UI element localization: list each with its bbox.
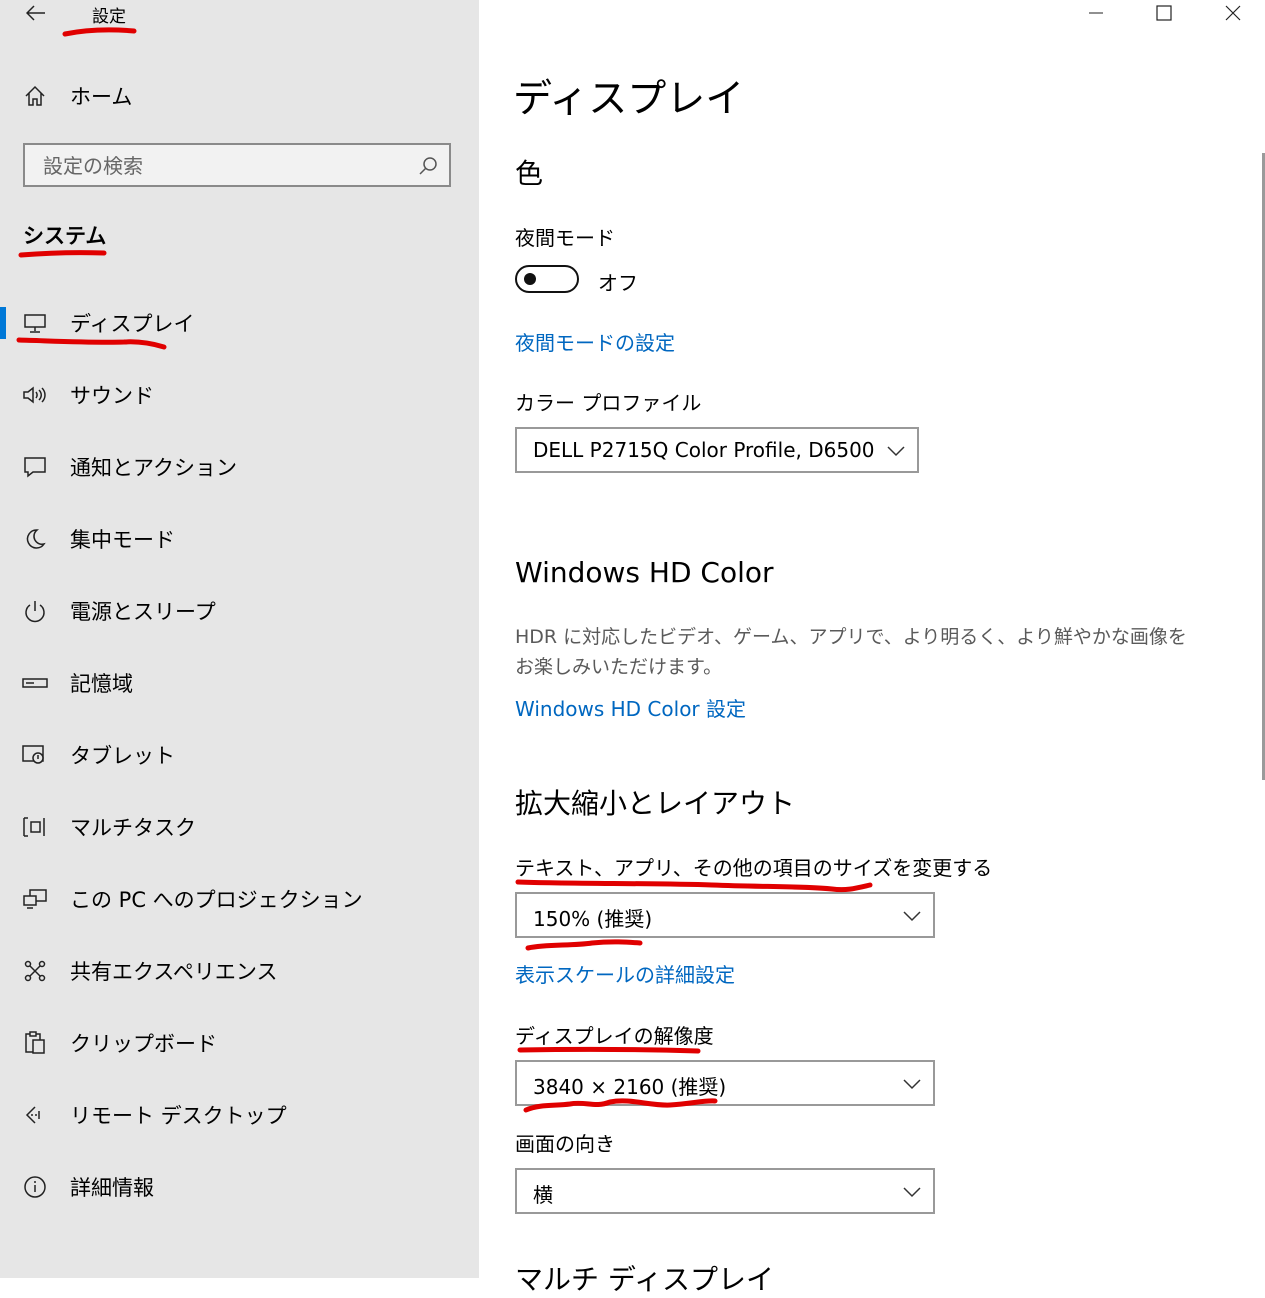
remote-desktop-icon: [22, 1102, 48, 1128]
notification-icon: [22, 454, 48, 480]
sidebar-item-home[interactable]: ホーム: [0, 68, 479, 124]
sidebar-item-label: この PC へのプロジェクション: [70, 888, 363, 912]
sidebar-item-label: ディスプレイ: [70, 312, 195, 336]
search-icon: [419, 157, 437, 175]
night-mode-toggle[interactable]: [515, 265, 579, 293]
sidebar-item-label: 共有エクスペリエンス: [70, 960, 278, 984]
sidebar-item-power[interactable]: 電源とスリープ: [0, 583, 479, 639]
sidebar-item-label: リモート デスクトップ: [70, 1104, 287, 1128]
chevron-down-icon: [903, 1187, 921, 1198]
toggle-knob: [524, 273, 536, 285]
info-icon: [22, 1174, 48, 1200]
sidebar: 設定 ホーム システム ディスプレイ サウンド 通知とアクション 集中モード 電…: [0, 0, 479, 1278]
sidebar-item-storage[interactable]: 記憶域: [0, 655, 479, 711]
selection-indicator: [0, 307, 6, 339]
power-icon: [22, 598, 48, 624]
dropdown-value: 150% (推奨): [533, 907, 653, 931]
shared-icon: [22, 958, 48, 984]
sidebar-item-label: ホーム: [70, 85, 133, 109]
moon-icon: [22, 526, 48, 552]
sidebar-item-label: 記憶域: [70, 672, 133, 696]
sidebar-item-label: 集中モード: [70, 528, 175, 552]
monitor-icon: [22, 310, 48, 336]
sidebar-item-sound[interactable]: サウンド: [0, 367, 479, 423]
color-profile-dropdown[interactable]: DELL P2715Q Color Profile, D6500: [515, 427, 919, 473]
sidebar-item-label: 通知とアクション: [70, 456, 237, 480]
scale-dropdown[interactable]: 150% (推奨): [515, 892, 935, 938]
hd-color-settings-link[interactable]: Windows HD Color 設定: [515, 693, 746, 722]
night-mode-settings-link[interactable]: 夜間モードの設定: [515, 327, 675, 356]
night-mode-label: 夜間モード: [515, 226, 615, 250]
section-heading-color: 色: [515, 157, 544, 190]
sidebar-item-label: 詳細情報: [70, 1176, 154, 1200]
dropdown-value: DELL P2715Q Color Profile, D6500: [533, 438, 875, 462]
section-title-system: システム: [23, 224, 107, 248]
sidebar-item-focus[interactable]: 集中モード: [0, 511, 479, 567]
sidebar-item-tablet[interactable]: タブレット: [0, 727, 479, 783]
maximize-icon: [1156, 5, 1172, 21]
maximize-button[interactable]: [1141, 0, 1187, 26]
home-icon: [22, 83, 48, 109]
sidebar-item-clipboard[interactable]: クリップボード: [0, 1015, 479, 1071]
sidebar-item-label: タブレット: [70, 744, 175, 768]
minimize-button[interactable]: [1073, 0, 1119, 26]
advanced-scaling-link[interactable]: 表示スケールの詳細設定: [515, 959, 735, 988]
projection-icon: [22, 886, 48, 912]
sidebar-item-label: サウンド: [70, 384, 154, 408]
orientation-dropdown[interactable]: 横: [515, 1168, 935, 1214]
sidebar-item-multitasking[interactable]: マルチタスク: [0, 799, 479, 855]
back-arrow-icon: [26, 5, 45, 21]
dropdown-value: 3840 × 2160 (推奨): [533, 1075, 727, 1099]
orientation-label: 画面の向き: [515, 1132, 615, 1156]
minimize-icon: [1089, 12, 1103, 14]
dropdown-value: 横: [533, 1183, 553, 1207]
sidebar-item-label: クリップボード: [70, 1032, 217, 1056]
sidebar-item-display[interactable]: ディスプレイ: [0, 295, 479, 351]
search-input[interactable]: [41, 151, 415, 181]
app-title: 設定: [92, 7, 126, 27]
clipboard-icon: [22, 1030, 48, 1056]
speaker-icon: [22, 382, 48, 408]
chevron-down-icon: [887, 446, 905, 457]
sidebar-item-about[interactable]: 詳細情報: [0, 1159, 479, 1215]
color-profile-label: カラー プロファイル: [515, 391, 702, 415]
storage-icon: [22, 670, 48, 696]
sidebar-item-label: マルチタスク: [70, 816, 196, 840]
close-icon: [1225, 5, 1241, 21]
sidebar-item-projection[interactable]: この PC へのプロジェクション: [0, 871, 479, 927]
tablet-icon: [22, 742, 48, 768]
section-heading-hd-color: Windows HD Color: [515, 556, 774, 589]
back-button[interactable]: [22, 0, 50, 26]
chevron-down-icon: [903, 1079, 921, 1090]
search-box[interactable]: [23, 143, 451, 187]
section-heading-scale-layout: 拡大縮小とレイアウト: [515, 787, 796, 820]
scale-label: テキスト、アプリ、その他の項目のサイズを変更する: [515, 856, 993, 880]
resolution-dropdown[interactable]: 3840 × 2160 (推奨): [515, 1060, 935, 1106]
sidebar-item-shared-experiences[interactable]: 共有エクスペリエンス: [0, 943, 479, 999]
night-mode-state: オフ: [598, 271, 638, 295]
section-heading-multi-display: マルチ ディスプレイ: [515, 1263, 774, 1296]
hd-color-description: HDR に対応したビデオ、ゲーム、アプリで、より明るく、より鮮やかな画像をお楽し…: [515, 626, 1187, 678]
sidebar-item-label: 電源とスリープ: [70, 600, 216, 624]
multitask-icon: [22, 814, 48, 840]
resolution-label: ディスプレイの解像度: [515, 1024, 714, 1048]
sidebar-item-remote-desktop[interactable]: リモート デスクトップ: [0, 1087, 479, 1143]
sidebar-item-notifications[interactable]: 通知とアクション: [0, 439, 479, 495]
page-title: ディスプレイ: [513, 77, 745, 122]
close-button[interactable]: [1210, 0, 1256, 26]
chevron-down-icon: [903, 911, 921, 922]
